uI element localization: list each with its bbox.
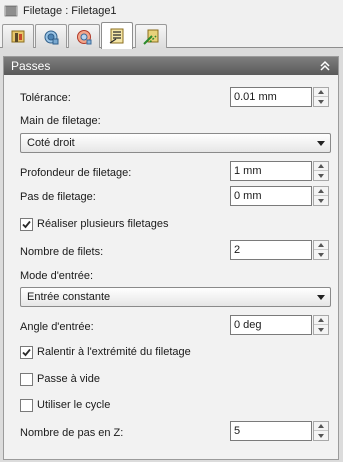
tab-tool[interactable]	[2, 24, 34, 48]
spin-down-icon[interactable]	[314, 196, 328, 205]
dropdown-arrow-icon[interactable]	[317, 295, 325, 300]
tab-strip	[0, 22, 343, 49]
section-title: Passes	[11, 59, 51, 73]
use-cycle-label: Utiliser le cycle	[37, 399, 111, 411]
hand-select[interactable]: Coté droit	[20, 133, 331, 153]
infeed-mode-select[interactable]: Entrée constante	[20, 287, 331, 307]
tab-holder[interactable]	[35, 24, 67, 48]
holder-icon	[44, 30, 59, 44]
title-bar: Filetage : Filetage1	[0, 0, 343, 22]
tab-geometry[interactable]	[68, 24, 100, 48]
spin-up-icon[interactable]	[314, 187, 328, 196]
z-steps-label: Nombre de pas en Z:	[20, 427, 124, 439]
geometry-icon	[77, 29, 92, 44]
spin-down-icon[interactable]	[314, 171, 328, 180]
threads-label: Nombre de filets:	[20, 246, 104, 258]
spring-pass-checkbox[interactable]: Passe à vide	[20, 372, 100, 386]
depth-spinner[interactable]: 1 mm	[230, 161, 330, 181]
window-title: Filetage : Filetage1	[23, 5, 117, 17]
pitch-spin-buttons[interactable]	[313, 186, 329, 206]
passes-header[interactable]: Passes	[4, 57, 338, 75]
z-steps-spin-buttons[interactable]	[313, 421, 329, 441]
threads-input[interactable]: 2	[230, 240, 312, 260]
threads-spin-buttons[interactable]	[313, 240, 329, 260]
hand-select-value: Coté droit	[27, 137, 75, 149]
tolerance-label: Tolérance:	[20, 92, 71, 104]
spring-pass-label: Passe à vide	[37, 373, 100, 385]
tolerance-spinner[interactable]: 0.01 mm	[230, 87, 330, 107]
tab-linking[interactable]	[135, 24, 167, 48]
spin-up-icon[interactable]	[314, 316, 328, 325]
hand-label: Main de filetage:	[20, 115, 101, 127]
spin-down-icon[interactable]	[314, 325, 328, 334]
multiple-threads-label: Réaliser plusieurs filetages	[37, 218, 169, 230]
double-chevron-up-icon[interactable]	[318, 59, 332, 73]
slow-down-checkbox[interactable]: Ralentir à l'extrémité du filetage	[20, 345, 191, 359]
pitch-label: Pas de filetage:	[20, 191, 96, 203]
depth-label: Profondeur de filetage:	[20, 167, 132, 179]
infeed-angle-label: Angle d'entrée:	[20, 321, 94, 333]
spin-down-icon[interactable]	[314, 431, 328, 440]
checkbox-box[interactable]	[20, 398, 33, 412]
depth-spin-buttons[interactable]	[313, 161, 329, 181]
spin-down-icon[interactable]	[314, 97, 328, 106]
spin-down-icon[interactable]	[314, 250, 328, 259]
infeed-mode-label: Mode d'entrée:	[20, 270, 94, 282]
z-steps-spinner[interactable]: 5	[230, 421, 330, 441]
depth-input[interactable]: 1 mm	[230, 161, 312, 181]
tolerance-input[interactable]: 0.01 mm	[230, 87, 312, 107]
tool-icon	[11, 30, 25, 42]
infeed-mode-value: Entrée constante	[27, 291, 111, 303]
infeed-angle-spinner[interactable]: 0 deg	[230, 315, 330, 335]
multiple-threads-checkbox[interactable]: Réaliser plusieurs filetages	[20, 217, 168, 231]
spin-up-icon[interactable]	[314, 88, 328, 97]
infeed-angle-input[interactable]: 0 deg	[230, 315, 312, 335]
spin-up-icon[interactable]	[314, 422, 328, 431]
tolerance-spin-buttons[interactable]	[313, 87, 329, 107]
spin-up-icon[interactable]	[314, 162, 328, 171]
z-steps-input[interactable]: 5	[230, 421, 312, 441]
dropdown-arrow-icon[interactable]	[317, 141, 325, 146]
thread-operation-icon	[4, 5, 18, 17]
checkmark-icon	[22, 348, 31, 356]
passes-icon	[109, 28, 124, 44]
infeed-angle-spin-buttons[interactable]	[313, 315, 329, 335]
tab-passes[interactable]	[101, 22, 133, 49]
checkmark-icon	[22, 220, 31, 228]
checkbox-box[interactable]	[20, 372, 33, 386]
slow-down-label: Ralentir à l'extrémité du filetage	[37, 346, 191, 358]
checkbox-box[interactable]	[20, 345, 33, 359]
checkbox-box[interactable]	[20, 217, 33, 231]
pitch-spinner[interactable]: 0 mm	[230, 186, 330, 206]
passes-panel: Passes Tolérance: 0.01 mm Main de fileta…	[3, 56, 339, 460]
linking-icon	[143, 29, 159, 45]
threads-spinner[interactable]: 2	[230, 240, 330, 260]
spin-up-icon[interactable]	[314, 241, 328, 250]
content-area: Passes Tolérance: 0.01 mm Main de fileta…	[0, 48, 343, 462]
pitch-input[interactable]: 0 mm	[230, 186, 312, 206]
use-cycle-checkbox[interactable]: Utiliser le cycle	[20, 398, 110, 412]
